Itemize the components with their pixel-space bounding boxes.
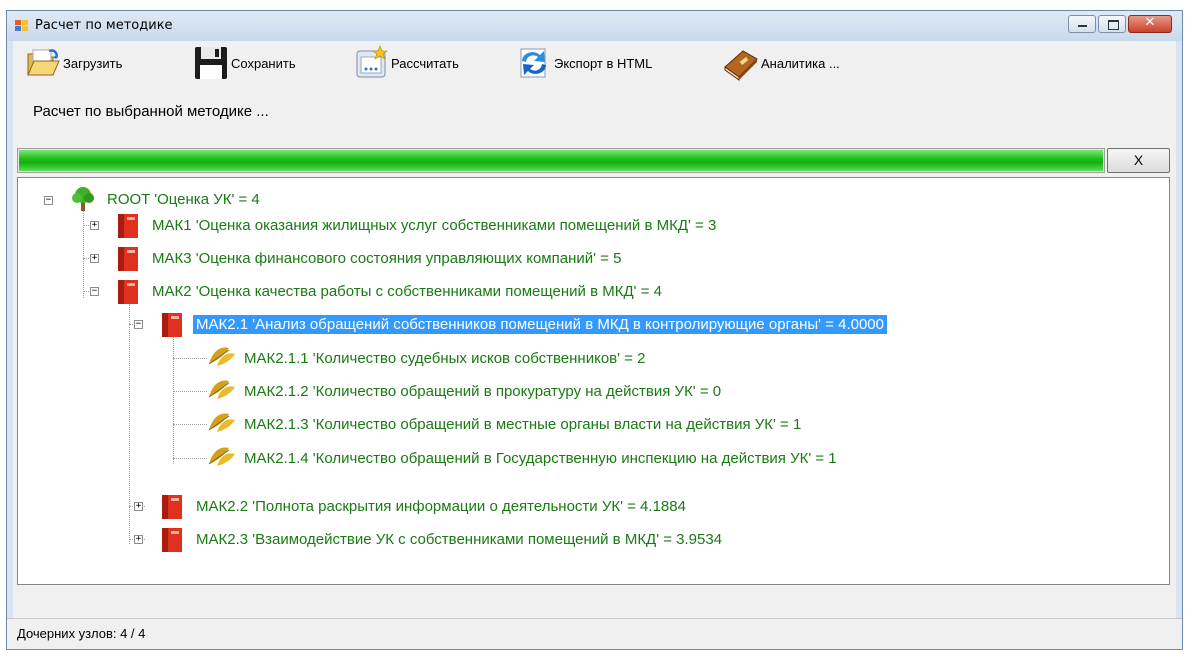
progress-fill: [19, 150, 1103, 171]
results-tree[interactable]: − + + − − + + ROOT 'Оценка УК' = 4 МАК1 …: [17, 177, 1170, 585]
minimize-button[interactable]: [1068, 15, 1096, 33]
leaf-icon: [207, 410, 235, 438]
cancel-button[interactable]: X: [1107, 148, 1170, 173]
app-icon: [15, 20, 29, 32]
leaf-icon: [207, 377, 235, 405]
child-nodes-status: Дочерних узлов: 4 / 4: [17, 626, 146, 641]
main-window: Расчет по методике ✕ Загрузить Сохранить…: [6, 10, 1183, 650]
close-window-button[interactable]: ✕: [1128, 15, 1172, 33]
export-html-button[interactable]: Экспорт в HTML: [516, 45, 652, 81]
export-html-label: Экспорт в HTML: [554, 55, 653, 71]
tree-node-label: МАК2.1 'Анализ обращений собственников п…: [193, 314, 887, 334]
tree-node-mak212[interactable]: МАК2.1.2 'Количество обращений в прокура…: [207, 378, 724, 404]
load-label: Загрузить: [63, 55, 123, 71]
red-book-icon: [159, 492, 185, 520]
red-book-icon: [115, 277, 141, 305]
tree-node-mak22[interactable]: МАК2.2 'Полнота раскрытия информации о д…: [159, 493, 689, 519]
tree-node-mak213[interactable]: МАК2.1.3 'Количество обращений в местные…: [207, 411, 804, 437]
minimize-icon: [1078, 25, 1087, 27]
toolbar: Загрузить Сохранить Рассчитать Экспорт в…: [13, 41, 1176, 85]
tree-node-label: ROOT 'Оценка УК' = 4: [107, 190, 260, 208]
window-title: Расчет по методике: [35, 18, 173, 33]
red-book-icon: [115, 244, 141, 272]
tree-node-label: МАК2.1.4 'Количество обращений в Государ…: [244, 449, 837, 467]
tree-node-mak214[interactable]: МАК2.1.4 'Количество обращений в Государ…: [207, 445, 840, 471]
tree-node-label: МАК2.1.2 'Количество обращений в прокура…: [244, 382, 722, 400]
red-book-icon: [159, 525, 185, 553]
progress-bar: [17, 148, 1105, 173]
tree-node-mak3[interactable]: МАК3 'Оценка финансового состояния управ…: [115, 245, 624, 271]
save-label: Сохранить: [231, 55, 296, 71]
expand-mak23-toggle[interactable]: +: [134, 535, 143, 544]
book-icon: [723, 45, 759, 81]
expand-mak3-toggle[interactable]: +: [90, 254, 99, 263]
red-book-icon: [115, 211, 141, 239]
export-icon: [516, 45, 552, 81]
tree-node-label: МАК2 'Оценка качества работы с собственн…: [152, 282, 662, 300]
collapse-mak21-toggle[interactable]: −: [134, 320, 143, 329]
leaf-icon: [207, 444, 235, 472]
collapse-root-toggle[interactable]: −: [44, 196, 53, 205]
analytics-button[interactable]: Аналитика ...: [723, 45, 840, 81]
save-button[interactable]: Сохранить: [193, 45, 296, 81]
tree-node-label: МАК1 'Оценка оказания жилищных услуг соб…: [152, 216, 717, 234]
tree-node-label: МАК2.1.1 'Количество судебных исков собс…: [244, 349, 646, 367]
status-bar: Дочерних узлов: 4 / 4: [7, 618, 1182, 649]
expand-mak1-toggle[interactable]: +: [90, 221, 99, 230]
tree-node-label: МАК2.1.3 'Количество обращений в местные…: [244, 415, 802, 433]
calculate-icon: [353, 45, 389, 81]
tree-node-mak211[interactable]: МАК2.1.1 'Количество судебных исков собс…: [207, 345, 648, 371]
tree-node-label: МАК2.3 'Взаимодействие УК с собственника…: [196, 530, 723, 548]
tree-node-root[interactable]: ROOT 'Оценка УК' = 4: [70, 186, 263, 212]
close-icon: ✕: [1144, 15, 1156, 30]
method-subtitle: Расчет по выбранной методике ...: [33, 103, 269, 120]
tree-node-label: МАК2.2 'Полнота раскрытия информации о д…: [196, 497, 686, 515]
calculate-button[interactable]: Рассчитать: [353, 45, 459, 81]
floppy-disk-icon: [193, 45, 229, 81]
tree-node-label: МАК3 'Оценка финансового состояния управ…: [152, 249, 622, 267]
calculate-label: Рассчитать: [391, 55, 459, 71]
tree-icon: [70, 185, 96, 213]
tree-node-mak23[interactable]: МАК2.3 'Взаимодействие УК с собственника…: [159, 526, 725, 552]
load-button[interactable]: Загрузить: [25, 45, 122, 81]
tree-node-mak21[interactable]: МАК2.1 'Анализ обращений собственников п…: [159, 311, 887, 337]
maximize-icon: [1108, 20, 1119, 30]
tree-node-mak1[interactable]: МАК1 'Оценка оказания жилищных услуг соб…: [115, 212, 719, 238]
red-book-icon: [159, 310, 185, 338]
analytics-label: Аналитика ...: [761, 55, 840, 71]
expand-mak22-toggle[interactable]: +: [134, 502, 143, 511]
maximize-button[interactable]: [1098, 15, 1126, 33]
open-folder-icon: [25, 45, 61, 81]
tree-node-mak2[interactable]: МАК2 'Оценка качества работы с собственн…: [115, 278, 665, 304]
title-bar[interactable]: Расчет по методике ✕: [7, 11, 1182, 41]
collapse-mak2-toggle[interactable]: −: [90, 287, 99, 296]
leaf-icon: [207, 344, 235, 372]
